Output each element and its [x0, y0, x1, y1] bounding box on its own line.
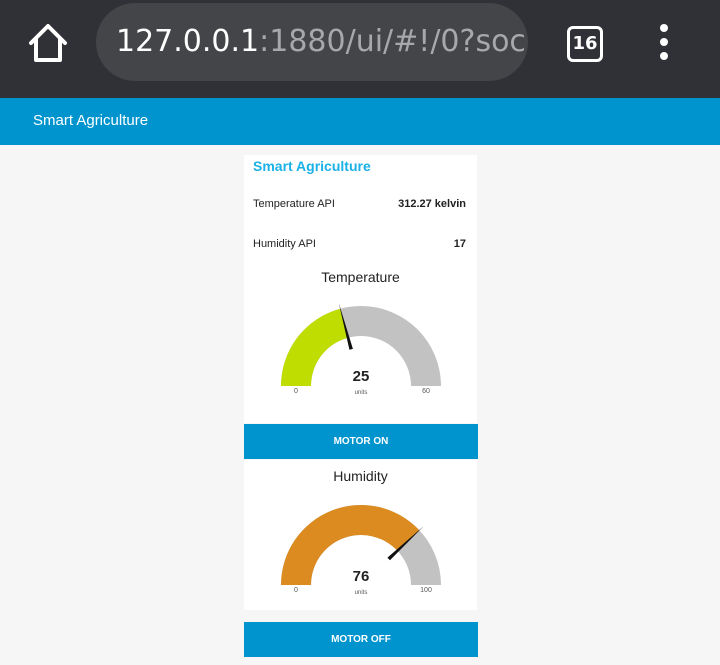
address-bar[interactable]: 127.0.0.1:1880/ui/#!/0?soc: [96, 3, 528, 81]
humidity-gauge: 76 units 0 100: [281, 505, 441, 596]
humidity-gauge-card: Humidity 76 units 0 100: [244, 460, 477, 610]
group-title: Smart Agriculture: [253, 158, 371, 174]
temperature-api-value: 312.27 kelvin: [398, 198, 466, 210]
tab-switcher-button[interactable]: 16: [567, 26, 603, 62]
temperature-gauge-fill: [281, 308, 349, 386]
app-header: Smart Agriculture: [0, 98, 720, 145]
motor-off-button[interactable]: MOTOR OFF: [244, 622, 478, 657]
url-path: :1880/ui/#!/0?soc: [259, 24, 526, 59]
temperature-gauge-max: 60: [422, 388, 430, 395]
temperature-gauge-value: 25: [353, 368, 370, 385]
temperature-api-label: Temperature API: [253, 198, 335, 210]
temperature-gauge: 25 units 0 60: [281, 302, 441, 396]
temperature-gauge-title: Temperature: [321, 269, 400, 285]
humidity-gauge-units: units: [355, 590, 368, 596]
humidity-gauge-min: 0: [294, 587, 298, 594]
dashboard-group-card: Smart Agriculture Temperature API 312.27…: [244, 155, 477, 423]
more-menu-icon[interactable]: [655, 24, 673, 62]
humidity-api-label: Humidity API: [253, 238, 316, 250]
humidity-gauge-fill: [281, 505, 420, 585]
humidity-gauge-value: 76: [353, 568, 370, 585]
url-host: 127.0.0.1: [116, 24, 260, 59]
temperature-gauge-units: units: [355, 390, 368, 396]
motor-on-button[interactable]: MOTOR ON: [244, 424, 478, 459]
temperature-gauge-min: 0: [294, 388, 298, 395]
browser-toolbar: 127.0.0.1:1880/ui/#!/0?soc 16: [0, 0, 720, 98]
humidity-gauge-max: 100: [420, 587, 432, 594]
home-icon[interactable]: [26, 22, 70, 64]
humidity-api-value: 17: [453, 238, 466, 250]
page-title: Smart Agriculture: [33, 112, 149, 129]
